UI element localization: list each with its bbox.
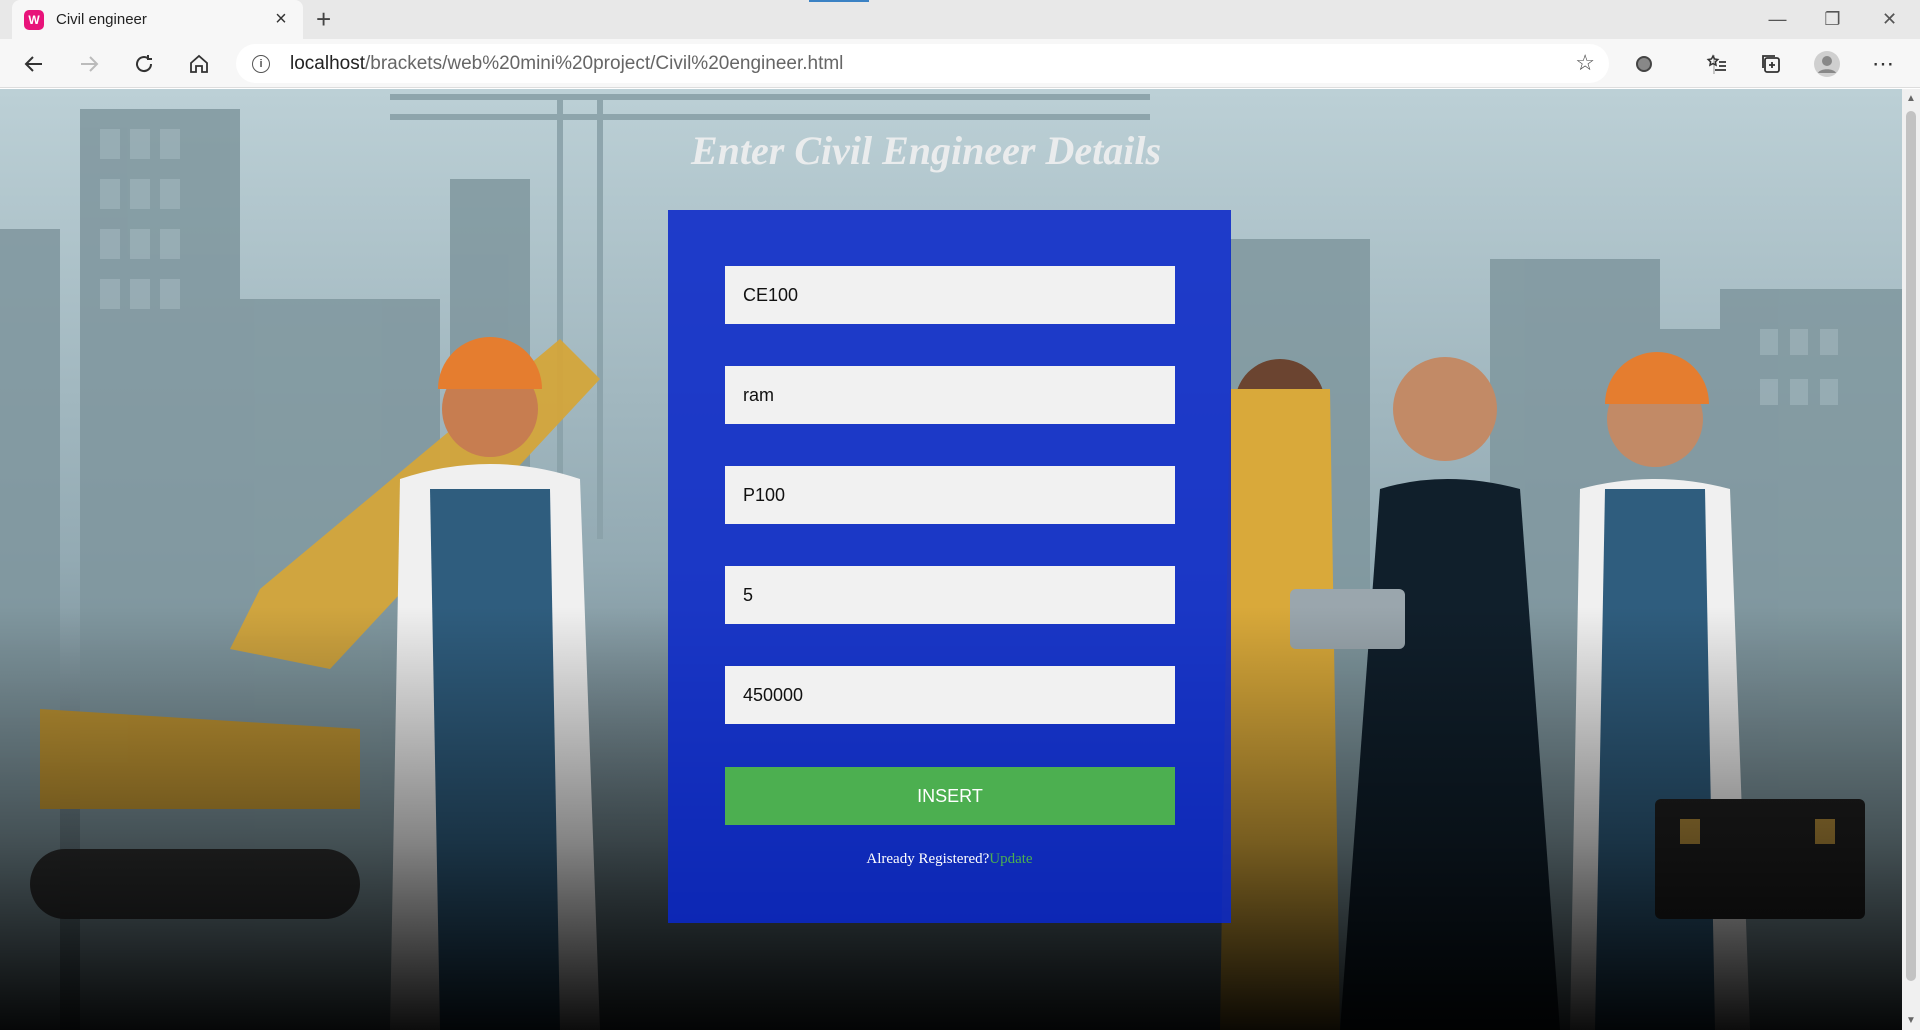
page-heading: Enter Civil Engineer Details	[690, 128, 1162, 173]
forward-icon[interactable]	[72, 47, 106, 81]
url-text: localhost/brackets/web%20mini%20project/…	[290, 52, 844, 74]
favicon-icon: W	[24, 9, 44, 30]
refresh-icon[interactable]	[127, 47, 161, 81]
scrollbar-thumb[interactable]	[1906, 111, 1916, 981]
browser-tab[interactable]: W Civil engineer ×	[12, 0, 303, 39]
favorite-star-icon[interactable]: ☆	[1575, 50, 1595, 76]
restore-icon[interactable]: ❐	[1805, 0, 1860, 39]
tab-strip-accent	[809, 0, 869, 2]
already-registered-text: Already Registered?Update	[668, 851, 1231, 868]
scroll-down-icon[interactable]: ▼	[1906, 1015, 1916, 1026]
tab-bar: W Civil engineer × + — ❐ ✕	[0, 0, 1920, 39]
close-window-icon[interactable]: ✕	[1862, 0, 1917, 39]
back-icon[interactable]	[17, 47, 51, 81]
scroll-up-icon[interactable]: ▲	[1906, 93, 1916, 104]
new-tab-icon[interactable]: +	[316, 4, 331, 35]
details-form: INSERT Already Registered?Update	[668, 210, 1231, 923]
engineer-id-input[interactable]	[725, 266, 1175, 324]
already-registered-label: Already Registered?	[866, 851, 990, 867]
favorites-icon[interactable]	[1700, 47, 1734, 81]
extension-icon[interactable]	[1627, 47, 1661, 81]
browser-toolbar: i localhost/brackets/web%20mini%20projec…	[0, 39, 1920, 88]
insert-button[interactable]: INSERT	[725, 767, 1175, 825]
home-icon[interactable]	[182, 47, 216, 81]
vertical-scrollbar[interactable]: ▲ ▼	[1902, 89, 1920, 1030]
address-bar[interactable]: i localhost/brackets/web%20mini%20projec…	[236, 44, 1609, 83]
collections-icon[interactable]	[1754, 47, 1788, 81]
experience-input[interactable]	[725, 566, 1175, 624]
close-tab-icon[interactable]: ×	[271, 8, 291, 31]
salary-input[interactable]	[725, 666, 1175, 724]
info-icon[interactable]: i	[252, 54, 270, 73]
tab-title: Civil engineer	[56, 11, 147, 28]
update-link[interactable]: Update	[989, 851, 1032, 867]
name-input[interactable]	[725, 366, 1175, 424]
project-id-input[interactable]	[725, 466, 1175, 524]
minimize-icon[interactable]: —	[1750, 0, 1805, 39]
more-options-icon[interactable]: ⋯	[1866, 47, 1900, 81]
profile-avatar-icon[interactable]	[1810, 47, 1844, 81]
page-viewport: Enter Civil Engineer Details INSERT Alrea…	[0, 89, 1902, 1030]
